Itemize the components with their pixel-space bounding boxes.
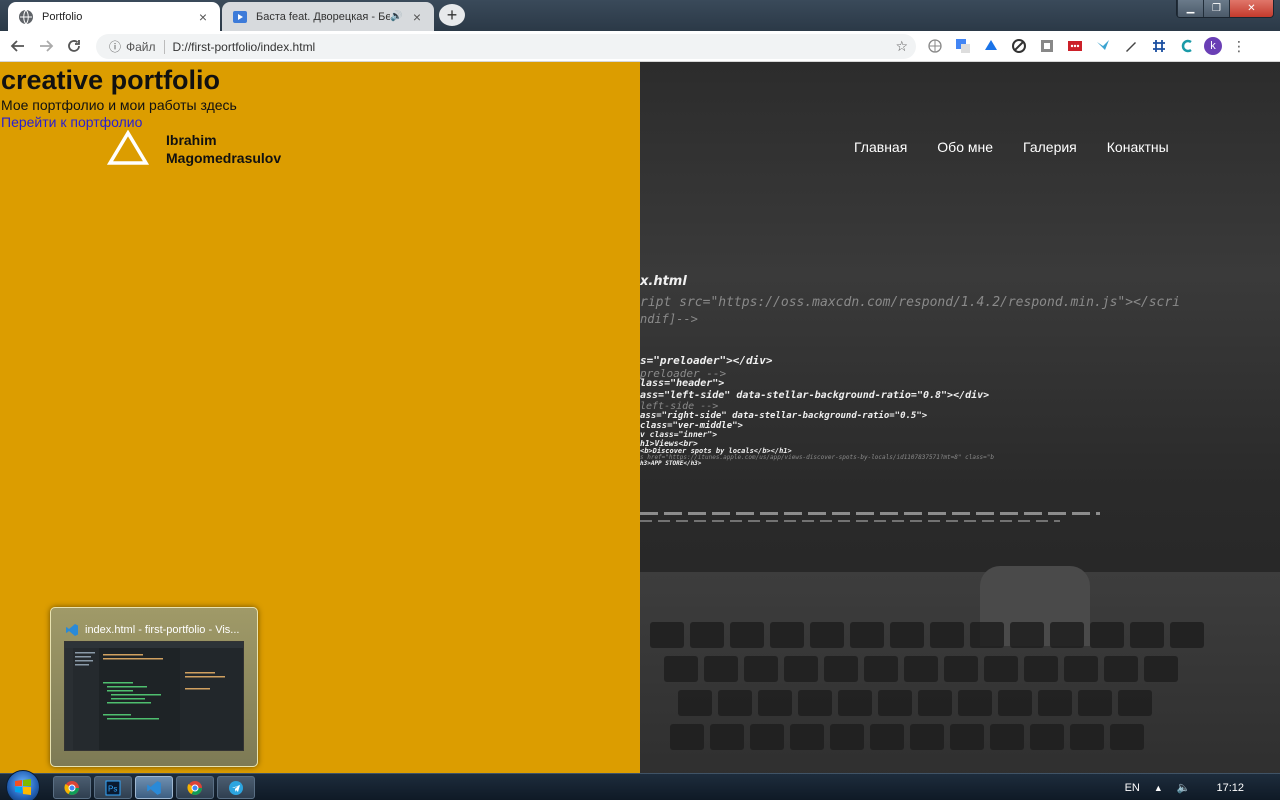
main-nav: Главная Обо мне Галерия Конактны	[854, 139, 1169, 155]
chrome-icon	[64, 780, 79, 795]
page-subtitle: Мое портфолио и мои работы здесь	[1, 97, 237, 113]
svg-text:Ps: Ps	[108, 784, 117, 793]
taskbar-vscode-button[interactable]	[135, 776, 173, 799]
nav-link-gallery[interactable]: Галерия	[1023, 139, 1077, 155]
code-line: ass="left-side" data-stellar-background-…	[640, 390, 990, 401]
info-icon[interactable]: ⓘ	[104, 38, 126, 55]
hashtag-icon[interactable]	[1148, 36, 1170, 56]
address-url[interactable]: D://first-portfolio/index.html	[173, 40, 316, 54]
address-bar[interactable]: ⓘ Файл D://first-portfolio/index.html ☆	[96, 34, 916, 59]
globe-icon	[19, 9, 33, 24]
code-filename: x.html	[640, 274, 687, 289]
new-tab-button[interactable]: +	[439, 4, 465, 26]
code-line: ndif]-->	[640, 312, 698, 326]
code-line: v class="inner">	[640, 430, 718, 439]
keyboard-image	[640, 622, 1280, 758]
browser-tab-strip: Portfolio × Баста feat. Дворецкая - Без …	[0, 0, 1280, 31]
screenshot-icon[interactable]	[1036, 36, 1058, 56]
video-play-icon	[233, 10, 247, 23]
blurred-code-line	[640, 512, 1100, 515]
tray-arrow-icon[interactable]: ▲	[1154, 783, 1163, 793]
tab-title: Portfolio	[42, 10, 83, 23]
lastpass-icon[interactable]	[1064, 36, 1086, 56]
nav-link-contacts[interactable]: Конактны	[1107, 139, 1169, 155]
drive-icon[interactable]	[980, 36, 1002, 56]
minimize-button[interactable]: ▁	[1177, 0, 1203, 17]
close-tab-icon[interactable]: ×	[196, 9, 210, 25]
address-scheme: Файл	[126, 39, 156, 54]
right-side-panel: x.html ript src="https://oss.maxcdn.com/…	[640, 62, 1280, 773]
tab-title: Баста feat. Дворецкая - Без	[256, 10, 390, 23]
triangle-logo-icon[interactable]	[107, 130, 149, 166]
code-line: lass="header">	[640, 378, 725, 389]
vscode-icon	[66, 624, 78, 636]
photoshop-icon: Ps	[105, 780, 121, 795]
chrome-icon	[187, 780, 202, 795]
telegram-icon	[229, 780, 243, 795]
menu-kebab-icon[interactable]: ⋮	[1228, 36, 1250, 56]
system-tray: EN ▲ 🔈 17:12	[1125, 774, 1280, 800]
code-line: ass="right-side" data-stellar-background…	[640, 411, 928, 421]
translate-icon[interactable]	[952, 36, 974, 56]
window-controls: ▁ ❐ ✕	[1176, 0, 1274, 18]
taskbar-photoshop-button[interactable]: Ps	[94, 776, 132, 799]
blurred-code-line	[640, 520, 1060, 522]
logo-name[interactable]: Ibrahim Magomedrasulov	[166, 131, 281, 167]
preview-window-title: index.html - first-portfolio - Vis...	[85, 624, 240, 636]
extensions-row: k ⋮	[924, 36, 1250, 56]
forward-arrow-icon[interactable]	[32, 32, 60, 60]
reload-icon[interactable]	[60, 32, 88, 60]
c-extension-icon[interactable]	[1176, 36, 1198, 56]
nav-link-about[interactable]: Обо мне	[937, 139, 993, 155]
close-window-button[interactable]: ✕	[1229, 0, 1273, 17]
maximize-button[interactable]: ❐	[1203, 0, 1229, 17]
bookmark-star-icon[interactable]: ☆	[895, 38, 908, 55]
logo-name-first: Ibrahim	[166, 132, 217, 148]
close-tab-icon[interactable]: ×	[410, 9, 424, 25]
code-line: ript src="https://oss.maxcdn.com/respond…	[640, 295, 1181, 310]
taskbar-chrome-button[interactable]	[53, 776, 91, 799]
world-extension-icon[interactable]	[924, 36, 946, 56]
page-title: creative portfolio	[1, 65, 221, 95]
nav-link-home[interactable]: Главная	[854, 139, 907, 155]
preview-thumbnail	[64, 641, 244, 751]
vscode-icon	[147, 780, 161, 795]
windows-taskbar: Ps EN ▲ 🔈 17:12	[0, 770, 1280, 800]
bird-icon[interactable]	[1092, 36, 1114, 56]
back-arrow-icon[interactable]	[4, 32, 32, 60]
proxy-icon[interactable]	[1008, 36, 1030, 56]
logo-name-last: Magomedrasulov	[166, 150, 282, 166]
tab-music-video[interactable]: Баста feat. Дворецкая - Без 🔊 ×	[222, 2, 434, 31]
address-separator	[163, 39, 165, 54]
volume-icon[interactable]: 🔈	[1177, 781, 1191, 794]
code-line: h3>APP STORE</h3>	[640, 460, 702, 467]
tab-portfolio[interactable]: Portfolio ×	[8, 2, 220, 31]
taskbar-telegram-button[interactable]	[217, 776, 255, 799]
clock[interactable]: 17:12	[1216, 782, 1244, 794]
speaker-icon[interactable]: 🔊	[390, 11, 404, 22]
code-line: s="preloader"></div>	[640, 354, 773, 367]
taskbar-chrome-button-2[interactable]	[176, 776, 214, 799]
profile-avatar[interactable]: k	[1204, 37, 1222, 55]
windows-logo-icon	[15, 779, 31, 795]
taskbar-thumbnail-preview[interactable]: index.html - first-portfolio - Vis...	[50, 607, 258, 767]
start-button[interactable]	[6, 770, 40, 800]
pen-icon[interactable]	[1120, 36, 1142, 56]
language-indicator[interactable]: EN	[1125, 782, 1140, 794]
portfolio-link[interactable]: Перейти к портфолио	[1, 114, 142, 130]
